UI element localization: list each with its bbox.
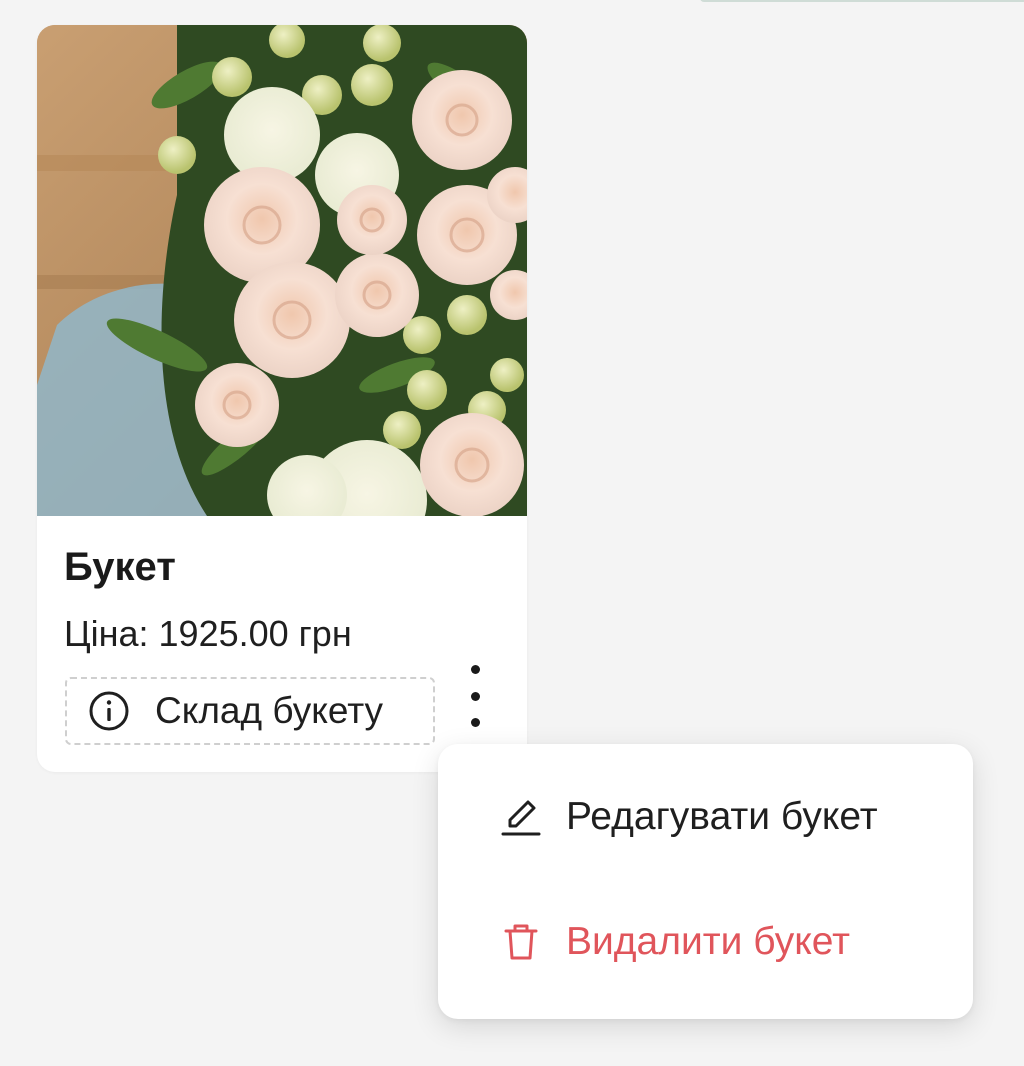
trash-icon: [500, 921, 542, 963]
top-card-edge: [700, 0, 1024, 2]
bouquet-title: Букет: [64, 545, 176, 589]
menu-item-edit-label: Редагувати букет: [566, 795, 878, 838]
more-options-kebab-icon[interactable]: [455, 663, 495, 729]
bouquet-price: Ціна: 1925.00 грн: [64, 613, 352, 654]
kebab-dot: [470, 691, 480, 701]
pencil-edit-icon: [500, 796, 542, 838]
menu-item-edit-bouquet[interactable]: Редагувати букет: [438, 767, 973, 867]
kebab-dot: [470, 665, 480, 674]
kebab-dot: [470, 718, 480, 727]
bouquet-composition-label: Склад букету: [155, 690, 384, 731]
product-card: Букет Ціна: 1925.00 грн Склад букету: [37, 25, 527, 772]
menu-item-delete-label: Видалити букет: [566, 920, 851, 963]
bouquet-context-menu: Редагувати букет Видалити букет: [438, 744, 973, 1019]
info-icon: [88, 690, 130, 732]
bouquet-photo[interactable]: [37, 25, 527, 516]
bouquet-composition-button[interactable]: Склад букету: [65, 677, 435, 745]
menu-item-delete-bouquet[interactable]: Видалити букет: [438, 892, 973, 992]
bouquet-image: [37, 25, 527, 516]
